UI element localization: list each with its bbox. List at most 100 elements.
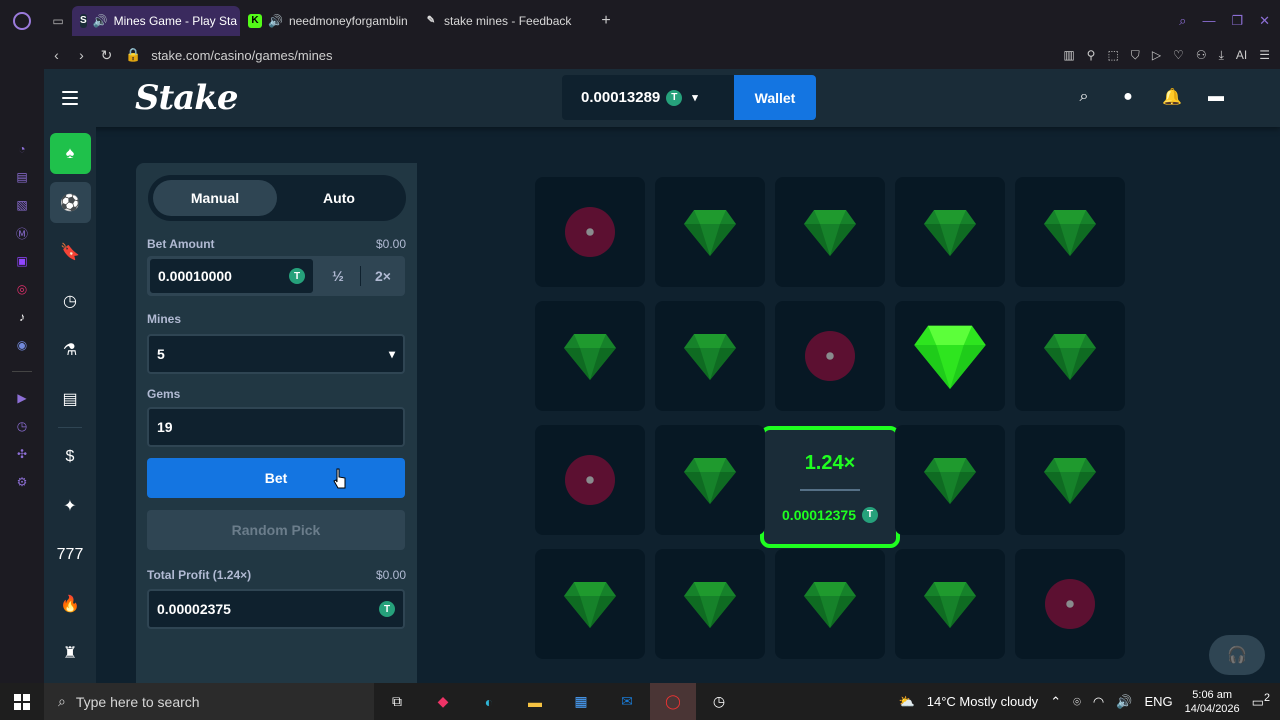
chevron-up-icon[interactable]: ⌃ bbox=[1050, 694, 1061, 710]
tabs-icon[interactable]: ▧ bbox=[14, 197, 30, 213]
clock[interactable]: 5:06 am 14/04/2026 bbox=[1185, 688, 1240, 716]
notifications-icon[interactable]: 🔔 bbox=[1162, 86, 1182, 108]
mine-tile[interactable] bbox=[655, 177, 765, 287]
user-icon[interactable]: ● bbox=[1118, 86, 1138, 108]
messenger-icon[interactable]: Ⓜ bbox=[14, 225, 30, 241]
mine-tile[interactable] bbox=[535, 425, 645, 535]
mine-tile[interactable] bbox=[895, 301, 1005, 411]
edge-icon[interactable]: ◐ bbox=[466, 683, 512, 720]
heart-icon[interactable]: ♡ bbox=[1173, 48, 1184, 62]
discord-icon[interactable]: ◉ bbox=[14, 337, 30, 353]
mine-tile[interactable] bbox=[895, 177, 1005, 287]
play-icon[interactable]: ▷ bbox=[1152, 48, 1161, 62]
twitch-icon[interactable]: ▣ bbox=[14, 253, 30, 269]
live-casino-icon[interactable]: ♜ bbox=[50, 632, 91, 673]
outlook-icon[interactable]: ✉ bbox=[604, 683, 650, 720]
file-explorer-icon[interactable]: ▬ bbox=[512, 683, 558, 720]
settings-icon[interactable]: ⚙ bbox=[14, 474, 30, 490]
wifi-icon[interactable]: ◠ bbox=[1093, 694, 1104, 710]
tab-auto[interactable]: Auto bbox=[277, 180, 401, 216]
casino-button[interactable]: ♠ bbox=[49, 133, 91, 174]
player-icon[interactable]: ▶ bbox=[14, 390, 30, 406]
mine-tile[interactable] bbox=[655, 549, 765, 659]
my-bets-icon[interactable]: ▤ bbox=[50, 378, 91, 419]
mines-select[interactable]: 5 ▾ bbox=[147, 334, 405, 374]
mine-tile[interactable] bbox=[535, 549, 645, 659]
mine-tile[interactable] bbox=[655, 301, 765, 411]
hot-icon[interactable]: 🔥 bbox=[50, 583, 91, 624]
mine-tile[interactable] bbox=[535, 301, 645, 411]
tab-mines-game[interactable]: S 🔊 Mines Game - Play Sta bbox=[72, 5, 240, 36]
mine-tile[interactable] bbox=[1015, 549, 1125, 659]
search-icon[interactable]: ⌕ bbox=[1074, 86, 1094, 108]
opera-logo-icon[interactable] bbox=[0, 0, 44, 41]
recent-icon[interactable]: ◷ bbox=[50, 280, 91, 321]
download-icon[interactable]: ⤓ bbox=[1219, 48, 1224, 63]
maximize-button[interactable]: ❐ bbox=[1231, 13, 1243, 29]
tab-needmoney[interactable]: K 🔊 needmoneyforgamblin bbox=[240, 6, 416, 36]
shield-icon[interactable]: ⛉ bbox=[1131, 48, 1140, 63]
forward-button[interactable]: › bbox=[69, 41, 94, 69]
snapshot-icon[interactable]: ⬚ bbox=[1107, 48, 1118, 62]
language-indicator[interactable]: ENG bbox=[1144, 694, 1172, 709]
mine-tile[interactable] bbox=[1015, 425, 1125, 535]
mine-tile[interactable] bbox=[535, 177, 645, 287]
notifications-icon[interactable]: ▭2 bbox=[1252, 692, 1270, 710]
ai-button[interactable]: AI bbox=[1236, 48, 1247, 62]
chat-icon[interactable]: ▬ bbox=[1206, 86, 1226, 108]
menu-icon[interactable]: ☰ bbox=[1259, 48, 1270, 62]
pin-icon[interactable]: ⚲ bbox=[1087, 48, 1096, 62]
support-button[interactable]: 🎧 bbox=[1209, 635, 1265, 675]
minimize-button[interactable]: — bbox=[1202, 13, 1215, 28]
mine-tile[interactable] bbox=[1015, 177, 1125, 287]
taskbar-search[interactable]: ⌕ Type here to search bbox=[44, 683, 374, 720]
slots-icon[interactable]: 777 bbox=[50, 534, 91, 575]
wallet-button[interactable]: Wallet bbox=[734, 75, 816, 120]
instagram-icon[interactable]: ◎ bbox=[14, 281, 30, 297]
new-tab-button[interactable]: + bbox=[592, 7, 620, 35]
challenges-icon[interactable]: ⚗ bbox=[50, 329, 91, 370]
speed-dial-icon[interactable]: ◔ bbox=[14, 141, 30, 157]
new-releases-icon[interactable]: ✦ bbox=[50, 485, 91, 526]
mine-tile[interactable] bbox=[895, 549, 1005, 659]
tiktok-icon[interactable]: ♪ bbox=[14, 309, 30, 325]
store-icon[interactable]: ▦ bbox=[558, 683, 604, 720]
start-button[interactable] bbox=[0, 683, 44, 720]
double-bet-button[interactable]: 2× bbox=[361, 256, 405, 296]
split-view-icon[interactable]: ▥ bbox=[1063, 48, 1074, 62]
mine-tile[interactable] bbox=[655, 425, 765, 535]
tab-feedback[interactable]: ✎ stake mines - Feedback bbox=[416, 6, 592, 36]
mine-tile[interactable] bbox=[775, 177, 885, 287]
stake-originals-icon[interactable]: $ bbox=[50, 436, 91, 477]
search-tabs-icon[interactable]: ⌕ bbox=[1179, 13, 1186, 29]
opera-taskbar-icon[interactable]: ◯ bbox=[650, 683, 696, 720]
volume-icon[interactable]: 🔊 bbox=[1116, 694, 1132, 710]
tab-manager-icon[interactable]: ▭ bbox=[44, 0, 72, 41]
half-bet-button[interactable]: ½ bbox=[316, 256, 360, 296]
url-field[interactable]: 🔒 stake.com/casino/games/mines bbox=[125, 47, 333, 63]
back-button[interactable]: ‹ bbox=[44, 41, 69, 69]
mine-tile[interactable] bbox=[775, 549, 885, 659]
menu-toggle-icon[interactable] bbox=[62, 88, 78, 108]
close-button[interactable]: ✕ bbox=[1259, 13, 1270, 29]
mine-tile[interactable] bbox=[775, 301, 885, 411]
network-icon[interactable]: ⌾ bbox=[1073, 694, 1081, 710]
task-view-icon[interactable]: ⧉ bbox=[374, 683, 420, 720]
random-pick-button[interactable]: Random Pick bbox=[147, 510, 405, 550]
balance-selector[interactable]: 0.00013289 T ▾ bbox=[562, 75, 734, 120]
copilot-icon[interactable]: ◆ bbox=[420, 683, 466, 720]
bet-amount-input[interactable]: 0.00010000 T bbox=[149, 258, 314, 294]
stake-logo[interactable]: Stake bbox=[135, 78, 238, 118]
sports-button[interactable]: ⚽ bbox=[49, 182, 91, 223]
clock-app-icon[interactable]: ◷ bbox=[696, 683, 742, 720]
tab-manual[interactable]: Manual bbox=[153, 180, 277, 216]
reload-button[interactable]: ↻ bbox=[94, 41, 119, 69]
favourites-icon[interactable]: 🔖 bbox=[50, 231, 91, 272]
bet-button[interactable]: Bet bbox=[147, 458, 405, 498]
history-icon[interactable]: ◷ bbox=[14, 418, 30, 434]
weather-text[interactable]: 14°C Mostly cloudy bbox=[927, 694, 1038, 709]
profile-icon[interactable]: ⚇ bbox=[1196, 48, 1207, 62]
mine-tile[interactable] bbox=[1015, 301, 1125, 411]
mine-tile[interactable] bbox=[895, 425, 1005, 535]
extensions-icon[interactable]: ✣ bbox=[14, 446, 30, 462]
